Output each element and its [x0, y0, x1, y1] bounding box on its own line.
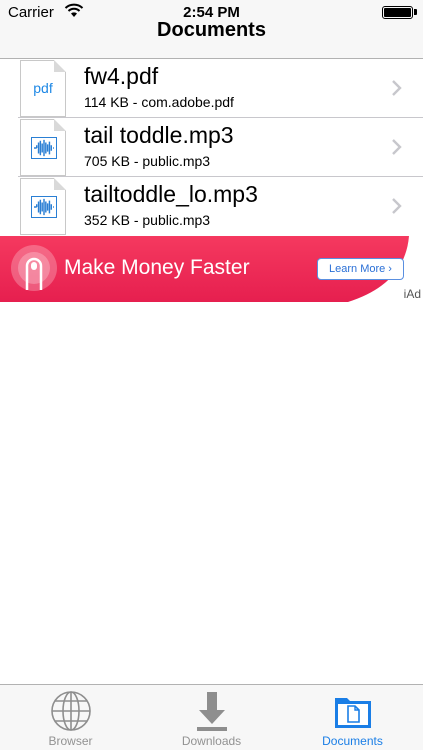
document-row-tailtoddle-lo[interactable]: tailtoddle_lo.mp3 352 KB - public.mp3: [0, 177, 423, 236]
audio-file-icon: [20, 119, 66, 176]
tab-label: Downloads: [181, 734, 242, 748]
document-name: fw4.pdf: [84, 63, 159, 89]
document-meta: 705 KB - public.mp3: [84, 153, 211, 169]
chevron-right-icon: [392, 139, 402, 155]
ad-headline: Make Money Faster: [64, 256, 250, 279]
status-time: 2:54 PM: [183, 4, 240, 21]
tab-browser[interactable]: Browser: [0, 685, 141, 750]
page-title: Documents: [157, 19, 266, 41]
globe-icon: [50, 691, 91, 731]
battery-nub: [414, 9, 417, 15]
document-meta: 114 KB - com.adobe.pdf: [84, 94, 234, 110]
tab-label: Documents: [322, 734, 383, 748]
document-meta: 352 KB - public.mp3: [84, 212, 211, 228]
chevron-right-icon: [392, 80, 402, 96]
iad-label: iAd: [403, 287, 421, 301]
download-arrow-icon: [196, 692, 227, 731]
audio-file-icon: [20, 178, 66, 235]
folder-icon: [334, 698, 371, 728]
chevron-right-icon: [392, 198, 402, 214]
learn-more-button[interactable]: Learn More ›: [317, 258, 404, 280]
tab-documents[interactable]: Documents: [282, 685, 423, 750]
tab-bar: Browser Downloads Documents: [0, 684, 423, 750]
document-row-tail-toddle[interactable]: tail toddle.mp3 705 KB - public.mp3: [0, 118, 423, 177]
battery-icon: [382, 6, 413, 19]
status-bar: Carrier 2:54 PM: [0, 0, 423, 22]
document-name: tailtoddle_lo.mp3: [84, 181, 258, 207]
pdf-file-icon: pdf: [20, 60, 66, 117]
finger-tap-icon: [11, 245, 57, 291]
document-row-fw4[interactable]: pdf fw4.pdf 114 KB - com.adobe.pdf: [0, 59, 423, 118]
ad-banner[interactable]: Make Money Faster Learn More › iAd: [0, 236, 423, 302]
tab-downloads[interactable]: Downloads: [141, 685, 282, 750]
tab-label: Browser: [48, 734, 93, 748]
document-name: tail toddle.mp3: [84, 122, 234, 148]
document-list: pdf fw4.pdf 114 KB - com.adobe.pdf tail …: [0, 59, 423, 236]
